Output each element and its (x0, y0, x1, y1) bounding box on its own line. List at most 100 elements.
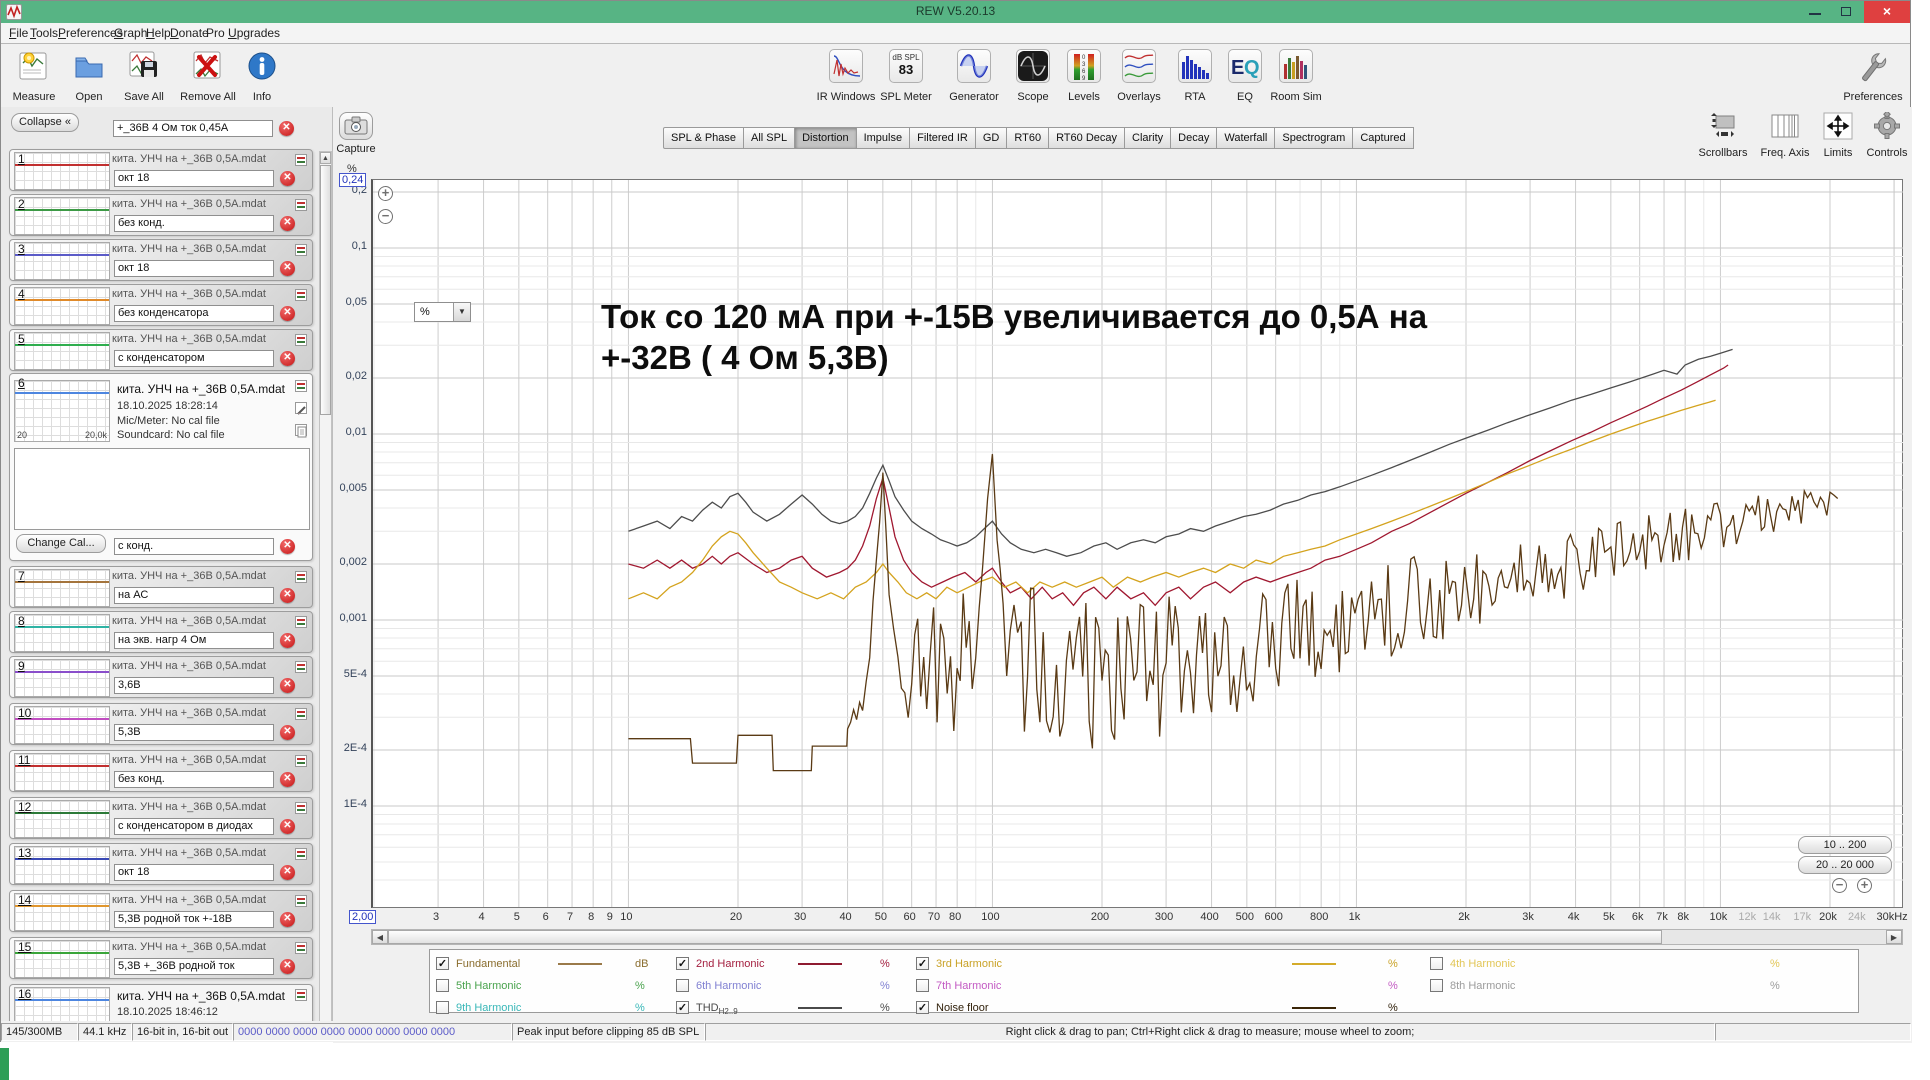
menu-pro-upgrades[interactable]: Pro Upgrades (206, 26, 280, 40)
fundamental-checkbox[interactable]: ✓ (436, 957, 449, 970)
measurement-number[interactable]: 16 (18, 987, 31, 1001)
tab-clarity[interactable]: Clarity (1125, 127, 1171, 149)
measurement-number[interactable]: 1 (18, 152, 25, 166)
measurement-9-note-input[interactable]: 3,6В (114, 677, 274, 694)
chart-icon[interactable] (295, 661, 307, 673)
measurement-9-delete-icon[interactable]: ✕ (280, 678, 295, 693)
distortion-plot[interactable]: Ток со 120 мА при +-15В увеличивается до… (371, 179, 1903, 908)
measurement-card-1[interactable]: 1кита. УНЧ на +_36В 0,5А.mdatокт 18✕ (9, 149, 313, 191)
measurement-5-delete-icon[interactable]: ✕ (280, 351, 295, 366)
minimize-button[interactable] (1800, 1, 1830, 23)
y-axis-max-box[interactable]: 0,24 (339, 173, 366, 187)
tab-all-spl[interactable]: All SPL (744, 127, 795, 149)
measurement-14-delete-icon[interactable]: ✕ (280, 912, 295, 927)
change-cal-button[interactable]: Change Cal... (16, 534, 106, 553)
measurement-card-9[interactable]: 9кита. УНЧ на +_36В 0,5А.mdat3,6В✕ (9, 656, 313, 698)
measurement-1-delete-icon[interactable]: ✕ (280, 171, 295, 186)
chart-icon[interactable] (295, 708, 307, 720)
measurement-number[interactable]: 15 (18, 940, 31, 954)
measurement-12-delete-icon[interactable]: ✕ (280, 819, 295, 834)
chart-icon[interactable] (295, 571, 307, 583)
9th-harmonic-checkbox[interactable] (436, 1001, 449, 1014)
chart-icon[interactable] (295, 380, 307, 392)
maximize-button[interactable] (1832, 1, 1862, 23)
chart-icon[interactable] (295, 244, 307, 256)
measurement-2-delete-icon[interactable]: ✕ (280, 216, 295, 231)
tab-spl-phase[interactable]: SPL & Phase (663, 127, 744, 149)
measurement-number[interactable]: 12 (18, 800, 31, 814)
measurement-7-note-input[interactable]: на АС (114, 587, 274, 604)
measurements-scrollbar[interactable]: ▲ ▼ (319, 151, 332, 1021)
measurement-4-note-input[interactable]: без конденсатора (114, 305, 274, 322)
scrollbar-thumb[interactable] (320, 165, 331, 415)
measurement-card-3[interactable]: 3кита. УНЧ на +_36В 0,5А.mdatокт 18✕ (9, 239, 313, 281)
thd-checkbox[interactable]: ✓ (676, 1001, 689, 1014)
measurement-number[interactable]: 7 (18, 569, 25, 583)
scroll-right-icon[interactable]: ▶ (1886, 930, 1902, 944)
menu-preferences[interactable]: Preferences (58, 26, 123, 40)
spl-meter-button[interactable]: dB SPL83SPL Meter (869, 47, 943, 103)
tab-gd[interactable]: GD (976, 127, 1008, 149)
measurement-13-note-input[interactable]: окт 18 (114, 864, 274, 881)
measurement-14-note-input[interactable]: 5,3В родной ток +-18В (114, 911, 274, 928)
unit-dropdown[interactable]: % ▼ (414, 302, 471, 322)
chart-icon[interactable] (295, 289, 307, 301)
6th-harmonic-checkbox[interactable] (676, 979, 689, 992)
measurement-11-note-input[interactable]: без конд. (114, 771, 274, 788)
measurement-number[interactable]: 8 (18, 614, 25, 628)
document-icon[interactable] (295, 424, 307, 436)
menu-file[interactable]: File (9, 26, 28, 40)
measurement-2-note-input[interactable]: без конд. (114, 215, 274, 232)
menu-help[interactable]: Help (146, 26, 171, 40)
measurement-card-2[interactable]: 2кита. УНЧ на +_36В 0,5А.mdatбез конд.✕ (9, 194, 313, 236)
top-note-input[interactable]: +_36В 4 Ом ток 0,45А (113, 120, 273, 137)
chart-icon[interactable] (295, 616, 307, 628)
measurement-number[interactable]: 4 (18, 287, 25, 301)
tab-impulse[interactable]: Impulse (857, 127, 911, 149)
x-axis-min-box[interactable]: 2,00 (349, 910, 376, 924)
measurement-5-note-input[interactable]: с конденсатором (114, 350, 274, 367)
chart-icon[interactable] (295, 334, 307, 346)
controls-button[interactable]: Controls (1852, 112, 1922, 159)
measurement-number[interactable]: 5 (18, 332, 25, 346)
tab-spectrogram[interactable]: Spectrogram (1275, 127, 1353, 149)
menu-graph[interactable]: Graph (114, 26, 147, 40)
measurement-card-15[interactable]: 15кита. УНЧ на +_36В 0,5А.mdat5,3В +_36В… (9, 937, 313, 979)
collapse-button[interactable]: Collapse « (11, 113, 79, 132)
measurement-number[interactable]: 6 (18, 376, 25, 390)
tab-rt60[interactable]: RT60 (1007, 127, 1049, 149)
info-button[interactable]: Info (225, 47, 299, 103)
zoom-in-icon[interactable]: + (378, 186, 393, 201)
7th-harmonic-checkbox[interactable] (916, 979, 929, 992)
measurement-number[interactable]: 14 (18, 893, 31, 907)
measurement-number[interactable]: 10 (18, 706, 31, 720)
chart-icon[interactable] (295, 989, 307, 1001)
measurement-6-note-input[interactable]: с конд. (114, 538, 274, 555)
chart-icon[interactable] (295, 154, 307, 166)
measurement-card-16[interactable]: 16кита. УНЧ на +_36В 0,5А.mdat18.10.2025… (9, 984, 313, 1021)
measurement-number[interactable]: 13 (18, 846, 31, 860)
tab-decay[interactable]: Decay (1171, 127, 1217, 149)
measurement-8-note-input[interactable]: на экв. нагр 4 Ом (114, 632, 274, 649)
tab-captured[interactable]: Captured (1353, 127, 1413, 149)
tab-distortion[interactable]: Distortion (795, 127, 856, 149)
measurement-4-delete-icon[interactable]: ✕ (280, 306, 295, 321)
measurement-10-delete-icon[interactable]: ✕ (280, 725, 295, 740)
measurement-3-note-input[interactable]: окт 18 (114, 260, 274, 277)
measurement-card-12[interactable]: 12кита. УНЧ на +_36В 0,5А.mdatс конденса… (9, 797, 313, 839)
measurement-10-note-input[interactable]: 5,3В (114, 724, 274, 741)
measurement-notes-box[interactable] (14, 448, 310, 530)
menu-donate[interactable]: Donate (170, 26, 209, 40)
4th-harmonic-checkbox[interactable] (1430, 957, 1443, 970)
chart-icon[interactable] (295, 895, 307, 907)
5th-harmonic-checkbox[interactable] (436, 979, 449, 992)
tab-rt60-decay[interactable]: RT60 Decay (1049, 127, 1125, 149)
noise-floor-checkbox[interactable]: ✓ (916, 1001, 929, 1014)
8th-harmonic-checkbox[interactable] (1430, 979, 1443, 992)
scroll-left-icon[interactable]: ◀ (372, 930, 388, 944)
measurement-number[interactable]: 2 (18, 197, 25, 211)
measurement-11-delete-icon[interactable]: ✕ (280, 772, 295, 787)
measurement-card-11[interactable]: 11кита. УНЧ на +_36В 0,5А.mdatбез конд.✕ (9, 750, 313, 792)
measurement-6-delete-icon[interactable]: ✕ (280, 539, 295, 554)
measurement-card-14[interactable]: 14кита. УНЧ на +_36В 0,5А.mdat5,3В родно… (9, 890, 313, 932)
